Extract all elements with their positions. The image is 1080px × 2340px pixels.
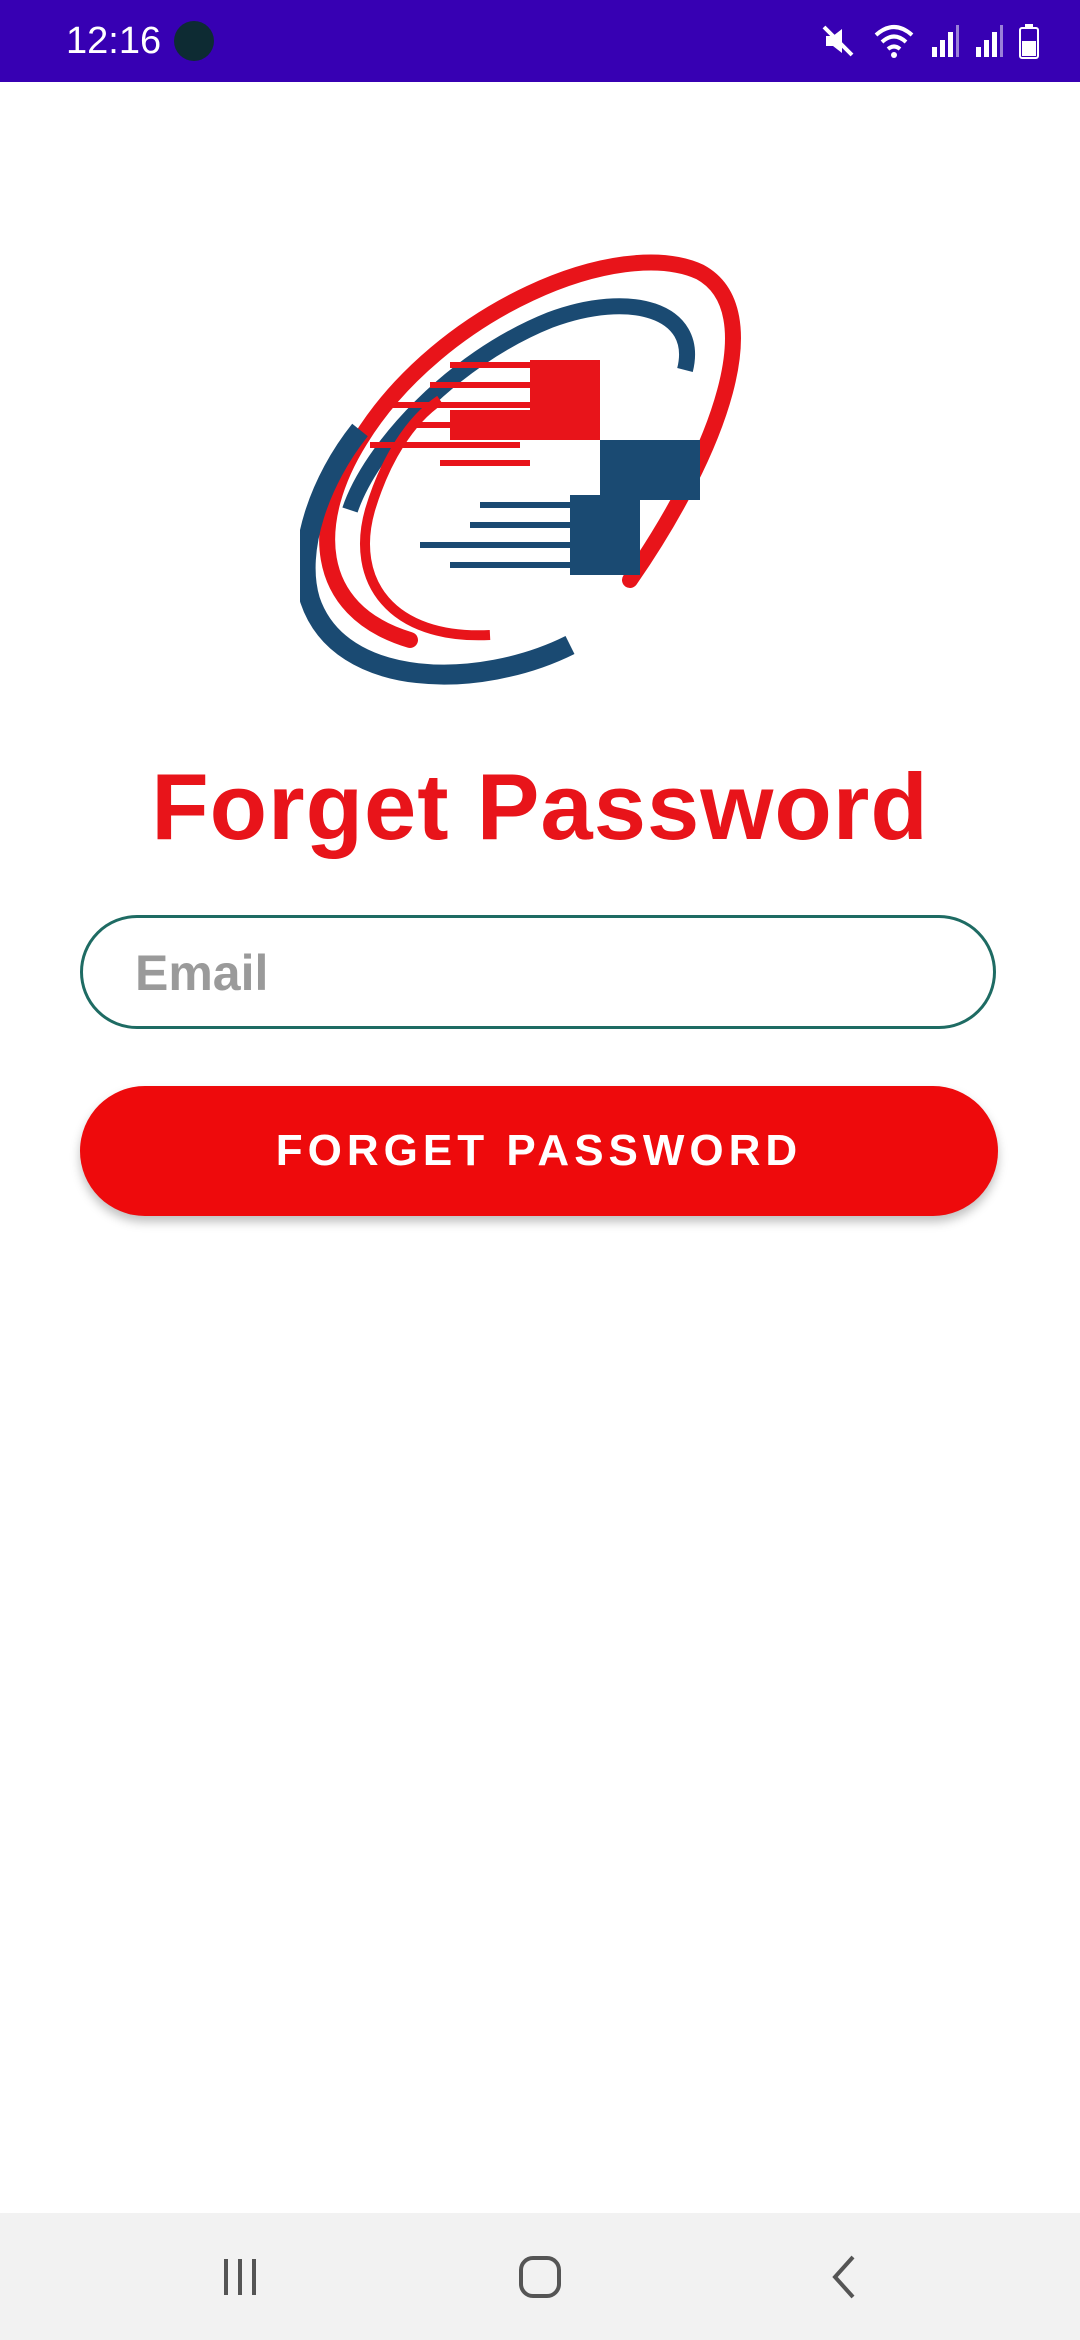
- back-icon: [832, 2255, 855, 2298]
- mute-icon: [822, 25, 854, 57]
- signal-icon: [932, 25, 959, 57]
- forget-password-button[interactable]: FORGET PASSWORD: [80, 1086, 998, 1216]
- page-title: Forget Password: [151, 754, 929, 859]
- navigation-bar: [0, 2213, 1080, 2340]
- forget-password-button-label: FORGET PASSWORD: [275, 1126, 803, 1175]
- status-icons: [818, 18, 1040, 64]
- home-button[interactable]: [470, 2213, 610, 2340]
- back-button[interactable]: [775, 2213, 915, 2340]
- email-input[interactable]: [133, 918, 957, 1028]
- battery-icon: [1019, 24, 1039, 59]
- recent-apps-button[interactable]: [170, 2213, 310, 2340]
- app-notification-icon: [174, 21, 214, 61]
- recent-apps-icon: [224, 2258, 256, 2295]
- status-bar: 12:16: [0, 0, 1080, 82]
- wifi-icon: [874, 25, 914, 58]
- status-time: 12:16: [66, 20, 162, 62]
- medical-cross-logo: [300, 254, 741, 685]
- signal-icon: [976, 25, 1003, 57]
- home-icon: [519, 2255, 561, 2298]
- email-field[interactable]: [80, 915, 996, 1029]
